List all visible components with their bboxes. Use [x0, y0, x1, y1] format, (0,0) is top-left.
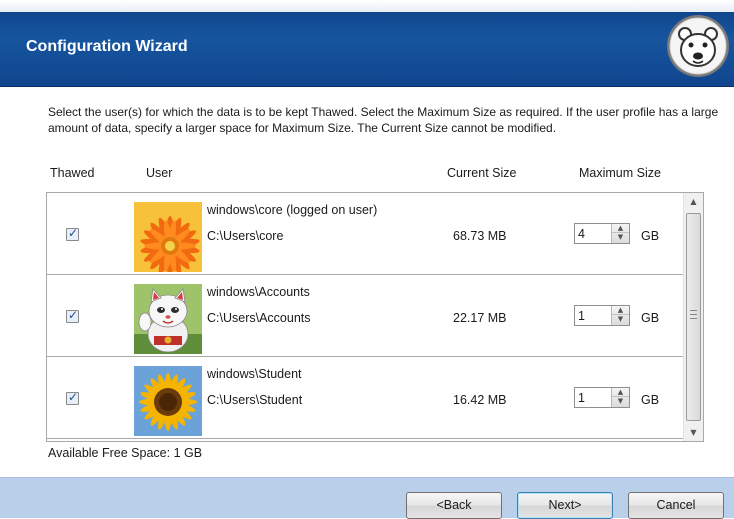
size-unit: GB	[641, 311, 660, 325]
maximum-size-stepper[interactable]: 1 ▲ ▼	[574, 387, 630, 408]
thawed-checkbox[interactable]	[66, 390, 79, 405]
title-bar: Configuration Wizard	[0, 0, 734, 87]
arrow-down-icon[interactable]: ▼	[612, 397, 629, 406]
scroll-down-icon[interactable]: ▼	[684, 424, 703, 441]
arrow-down-icon[interactable]: ▼	[612, 233, 629, 242]
current-size: 68.73 MB	[453, 229, 507, 243]
available-free-space: Available Free Space: 1 GB	[48, 446, 202, 460]
maximum-size-value[interactable]: 1	[578, 391, 585, 405]
button-bar: <Back Next> Cancel	[0, 477, 734, 519]
scrollbar-thumb[interactable]	[686, 213, 701, 421]
user-name: windows\core (logged on user)	[207, 203, 378, 217]
user-path: C:\Users\Student	[207, 393, 303, 407]
user-row[interactable]: windows\Student C:\Users\Student 16.42 M…	[47, 357, 683, 439]
user-picture-sunflower	[134, 366, 202, 436]
current-size: 16.42 MB	[453, 393, 507, 407]
arrow-up-icon[interactable]: ▲	[612, 306, 629, 315]
vertical-scrollbar[interactable]: ▲ ▼	[683, 193, 703, 441]
scroll-up-icon[interactable]: ▲	[684, 193, 703, 210]
user-picture-lucky-cat	[134, 284, 202, 354]
cancel-button[interactable]: Cancel	[628, 492, 724, 519]
column-header-user: User	[146, 166, 173, 180]
thawed-checkbox[interactable]	[66, 308, 79, 323]
current-size: 22.17 MB	[453, 311, 507, 325]
grip-icon	[690, 310, 697, 319]
back-button[interactable]: <Back	[406, 492, 502, 519]
arrow-up-icon[interactable]: ▲	[612, 388, 629, 397]
size-unit: GB	[641, 229, 660, 243]
maximum-size-value[interactable]: 1	[578, 309, 585, 323]
free-space-label: Available Free Space:	[48, 446, 171, 460]
user-row[interactable]: windows\core (logged on user) C:\Users\c…	[47, 193, 683, 275]
polar-bear-logo-icon	[667, 15, 729, 77]
size-unit: GB	[641, 393, 660, 407]
column-header-current-size: Current Size	[447, 166, 517, 180]
user-path: C:\Users\Accounts	[207, 311, 311, 325]
column-header-maximum-size: Maximum Size	[579, 166, 661, 180]
column-header-thawed: Thawed	[50, 166, 95, 180]
user-list: windows\core (logged on user) C:\Users\c…	[46, 192, 704, 442]
free-space-value: 1 GB	[173, 446, 203, 460]
maximum-size-stepper[interactable]: 1 ▲ ▼	[574, 305, 630, 326]
user-picture-orange-flower	[134, 202, 202, 272]
maximum-size-value[interactable]: 4	[578, 227, 585, 241]
maximum-size-stepper[interactable]: 4 ▲ ▼	[574, 223, 630, 244]
thawed-checkbox[interactable]	[66, 226, 79, 241]
user-name: windows\Accounts	[207, 285, 310, 299]
window-title: Configuration Wizard	[26, 38, 188, 55]
arrow-down-icon[interactable]: ▼	[612, 315, 629, 324]
user-name: windows\Student	[207, 367, 302, 381]
user-path: C:\Users\core	[207, 229, 284, 243]
instruction-text: Select the user(s) for which the data is…	[48, 105, 719, 135]
arrow-up-icon[interactable]: ▲	[612, 224, 629, 233]
user-row[interactable]: windows\Accounts C:\Users\Accounts 22.17…	[47, 275, 683, 357]
next-button[interactable]: Next>	[517, 492, 613, 519]
